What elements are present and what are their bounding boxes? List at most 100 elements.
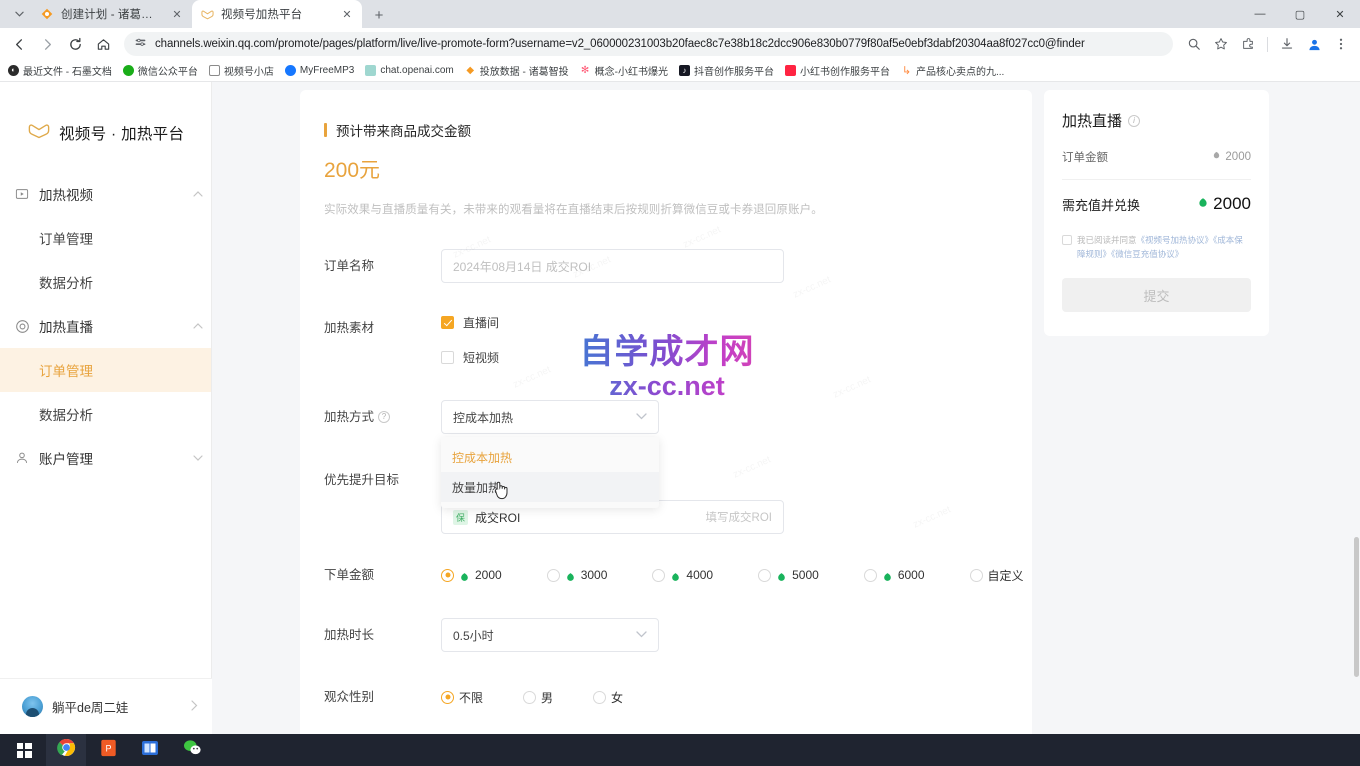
bookmark-item[interactable]: 微信公众平台 bbox=[123, 63, 198, 78]
bookmark-item[interactable]: ◐ 最近文件 - 石墨文档 bbox=[8, 63, 112, 78]
download-icon[interactable] bbox=[1274, 31, 1300, 57]
info-icon[interactable]: i bbox=[1128, 115, 1140, 127]
bookmark-item[interactable]: ↳ 产品核心卖点的九... bbox=[901, 63, 1004, 78]
dropdown-option-controlled[interactable]: 控成本加热 bbox=[441, 442, 659, 472]
radio-unselected-icon[interactable] bbox=[652, 569, 665, 582]
field-label: 下单金额 bbox=[324, 558, 441, 592]
bookmark-item[interactable]: ◆ 投放数据 - 诸葛智投 bbox=[465, 63, 569, 78]
address-bar[interactable]: channels.weixin.qq.com/promote/pages/pla… bbox=[124, 32, 1173, 56]
gender-option-any[interactable]: 不限 bbox=[441, 689, 483, 706]
sidebar-group-label: 加热视频 bbox=[39, 184, 176, 204]
radio-label: 2000 bbox=[475, 568, 502, 582]
gender-option-male[interactable]: 男 bbox=[523, 689, 553, 706]
extensions-icon[interactable] bbox=[1235, 31, 1261, 57]
agreement-checkbox[interactable] bbox=[1062, 235, 1072, 245]
taskbar-wechat[interactable] bbox=[172, 734, 212, 766]
radio-unselected-icon[interactable] bbox=[758, 569, 771, 582]
tab-search-icon[interactable] bbox=[6, 0, 32, 28]
site-settings-icon[interactable] bbox=[134, 36, 147, 52]
radio-selected-icon[interactable] bbox=[441, 569, 454, 582]
order-amount-option-5000[interactable]: 5000 bbox=[758, 568, 819, 582]
sidebar-item-live-orders[interactable]: 订单管理 bbox=[0, 348, 211, 392]
checkbox-label: 短视频 bbox=[463, 349, 499, 366]
star-icon[interactable] bbox=[1208, 31, 1234, 57]
start-button[interactable] bbox=[4, 734, 44, 766]
page-scrollbar[interactable] bbox=[1353, 82, 1360, 734]
question-mark-icon[interactable]: ? bbox=[378, 411, 390, 423]
bookmark-item[interactable]: 小红书创作服务平台 bbox=[785, 63, 890, 78]
radio-unselected-icon[interactable] bbox=[593, 691, 606, 704]
agreement-link-1[interactable]: 《视频号加热协议》 bbox=[1137, 235, 1214, 245]
sidebar-group-live[interactable]: 加热直播 bbox=[0, 304, 211, 348]
heat-mode-dropdown[interactable]: 控成本加热 放量加热 bbox=[441, 437, 659, 508]
sidebar-group-account[interactable]: 账户管理 bbox=[0, 436, 211, 480]
url-text: channels.weixin.qq.com/promote/pages/pla… bbox=[155, 38, 1163, 50]
new-tab-button[interactable]: + bbox=[366, 2, 392, 28]
bookmark-label: 投放数据 - 诸葛智投 bbox=[480, 63, 569, 78]
bookmark-label: 微信公众平台 bbox=[138, 63, 198, 78]
sidebar-item-video-analytics[interactable]: 数据分析 bbox=[0, 260, 211, 304]
maximize-button[interactable]: ▢ bbox=[1280, 0, 1320, 28]
submit-button[interactable]: 提交 bbox=[1062, 278, 1251, 312]
bookmark-item[interactable]: chat.openai.com bbox=[365, 65, 453, 76]
profile-avatar-icon[interactable] bbox=[1301, 31, 1327, 57]
order-name-input[interactable]: 2024年08月14日 成交ROI bbox=[441, 249, 784, 283]
close-icon[interactable]: ✕ bbox=[170, 7, 184, 21]
bookmark-item[interactable]: MyFreeMP3 bbox=[285, 65, 354, 76]
order-amount-option-3000[interactable]: 3000 bbox=[547, 568, 608, 582]
reload-icon[interactable] bbox=[62, 31, 88, 57]
checkbox-checked-icon[interactable] bbox=[441, 316, 454, 329]
radio-unselected-icon[interactable] bbox=[970, 569, 983, 582]
back-icon[interactable] bbox=[6, 31, 32, 57]
chevron-down-icon[interactable] bbox=[636, 630, 647, 641]
scrollbar-thumb[interactable] bbox=[1354, 537, 1359, 677]
radio-unselected-icon[interactable] bbox=[864, 569, 877, 582]
gender-option-female[interactable]: 女 bbox=[593, 689, 623, 706]
sidebar-item-live-analytics[interactable]: 数据分析 bbox=[0, 392, 211, 436]
chevron-up-icon[interactable] bbox=[185, 321, 211, 331]
order-amount-option-2000[interactable]: 2000 bbox=[441, 568, 502, 582]
close-window-button[interactable]: ✕ bbox=[1320, 0, 1360, 28]
dropdown-option-label: 放量加热 bbox=[452, 479, 500, 496]
order-amount-option-4000[interactable]: 4000 bbox=[652, 568, 713, 582]
summary-order-amount-row: 订单金额 2000 bbox=[1062, 149, 1251, 165]
heat-mode-select[interactable]: 控成本加热 bbox=[441, 400, 659, 434]
chevron-up-icon[interactable] bbox=[185, 189, 211, 199]
taskbar-pdf-app[interactable]: P bbox=[88, 734, 128, 766]
material-checkbox-live[interactable]: 直播间 bbox=[441, 311, 1032, 333]
agreement-link-3[interactable]: 《微信豆充值协议》 bbox=[1111, 249, 1183, 259]
sidebar-item-video-orders[interactable]: 订单管理 bbox=[0, 216, 211, 260]
dropdown-option-volume[interactable]: 放量加热 bbox=[441, 472, 659, 502]
radio-selected-icon[interactable] bbox=[441, 691, 454, 704]
wechat-bean-icon bbox=[1197, 194, 1209, 214]
duration-select[interactable]: 0.5小时 bbox=[441, 618, 659, 652]
order-amount-option-custom[interactable]: 自定义 bbox=[970, 567, 1024, 584]
search-icon[interactable] bbox=[1181, 31, 1207, 57]
browser-tab-1[interactable]: 创建计划 - 诸葛智投 ✕ bbox=[32, 0, 192, 28]
order-amount-radio-group: 2000 3000 bbox=[441, 558, 1032, 592]
chevron-right-icon[interactable] bbox=[191, 700, 198, 714]
three-dot-menu-icon[interactable] bbox=[1328, 31, 1354, 57]
radio-unselected-icon[interactable] bbox=[523, 691, 536, 704]
tab-strip: 创建计划 - 诸葛智投 ✕ 视频号加热平台 ✕ + — ▢ ✕ bbox=[0, 0, 1360, 28]
radio-unselected-icon[interactable] bbox=[547, 569, 560, 582]
material-checkbox-shortvideo[interactable]: 短视频 bbox=[441, 346, 1032, 368]
checkbox-unchecked-icon[interactable] bbox=[441, 351, 454, 364]
user-account-icon bbox=[14, 450, 30, 466]
forward-icon[interactable] bbox=[34, 31, 60, 57]
agreement-row[interactable]: 我已阅读并同意《视频号加热协议》《成本保障规则》《微信豆充值协议》 bbox=[1062, 233, 1251, 261]
bookmark-item[interactable]: 视频号小店 bbox=[209, 63, 274, 78]
chevron-down-icon[interactable] bbox=[636, 412, 647, 423]
close-icon[interactable]: ✕ bbox=[340, 7, 354, 21]
taskbar-office-app[interactable] bbox=[130, 734, 170, 766]
sidebar-group-video[interactable]: 加热视频 bbox=[0, 172, 211, 216]
minimize-button[interactable]: — bbox=[1240, 0, 1280, 28]
bookmark-item[interactable]: ♪ 抖音创作服务平台 bbox=[679, 63, 774, 78]
home-icon[interactable] bbox=[90, 31, 116, 57]
taskbar-chrome[interactable] bbox=[46, 734, 86, 766]
sidebar-user-bar[interactable]: 躺平de周二娃 bbox=[0, 678, 212, 734]
order-amount-option-6000[interactable]: 6000 bbox=[864, 568, 925, 582]
bookmark-item[interactable]: ✻ 概念-小红书爆光 bbox=[580, 63, 668, 78]
chevron-down-icon[interactable] bbox=[185, 453, 211, 463]
browser-tab-2[interactable]: 视频号加热平台 ✕ bbox=[192, 0, 362, 28]
